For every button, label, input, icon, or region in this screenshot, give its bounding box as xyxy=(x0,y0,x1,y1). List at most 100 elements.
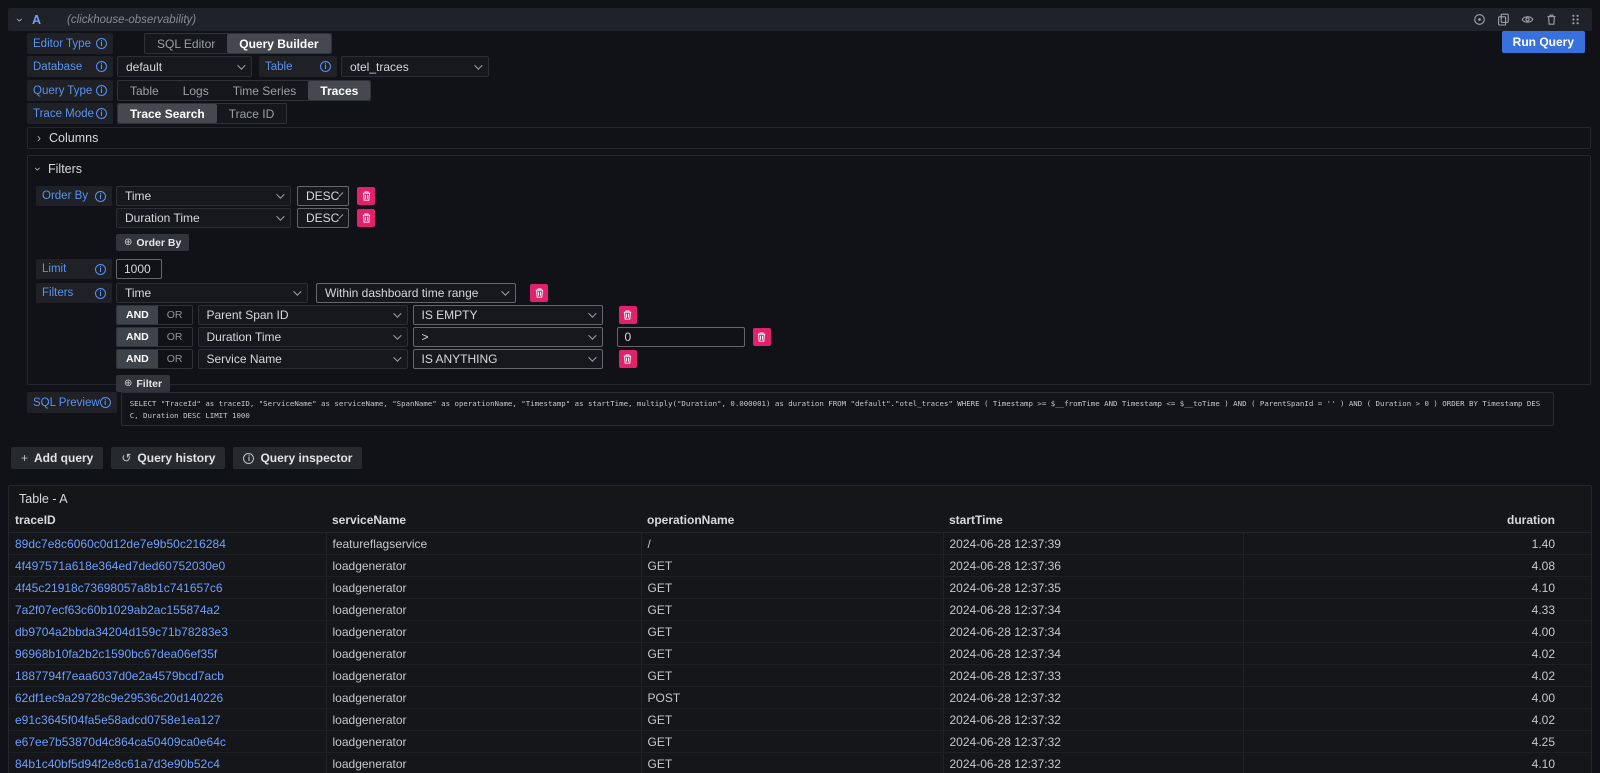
drag-handle-icon[interactable] xyxy=(1569,13,1582,26)
info-icon[interactable]: i xyxy=(95,264,106,275)
table-row: db9704a2bbda34204d159c71b78283e3loadgene… xyxy=(9,621,1591,643)
column-header-servicename[interactable]: serviceName xyxy=(326,510,641,533)
filter-field-select[interactable]: Parent Span ID xyxy=(198,305,408,325)
filters-section: › Filters Order By i Time DESC xyxy=(27,155,1591,385)
query-ref-id: A xyxy=(32,13,41,27)
filter-operator-select[interactable]: > xyxy=(413,327,603,347)
trace-id-link[interactable]: 7a2f07ecf63c60b1029ab2ac155874a2 xyxy=(15,603,220,617)
filter-field-select[interactable]: Time xyxy=(116,283,308,303)
tab-logs[interactable]: Logs xyxy=(171,81,221,100)
query-history-button[interactable]: ↺ Query history xyxy=(111,447,225,469)
order-by-direction-select[interactable]: DESC xyxy=(297,186,349,206)
remove-filter-button[interactable] xyxy=(753,328,771,346)
cell-operationName: POST xyxy=(641,687,943,709)
tab-sql-editor[interactable]: SQL Editor xyxy=(145,34,227,53)
columns-section[interactable]: › Columns xyxy=(27,127,1591,149)
info-icon[interactable]: i xyxy=(96,38,107,49)
trace-id-link[interactable]: 96968b10fa2b2c1590bc67dea06ef35f xyxy=(15,647,217,661)
tab-traces[interactable]: Traces xyxy=(308,81,370,100)
hide-response-icon[interactable] xyxy=(1521,13,1534,26)
cell-traceID: 7a2f07ecf63c60b1029ab2ac155874a2 xyxy=(9,599,326,621)
limit-input[interactable]: 1000 xyxy=(116,259,162,279)
tab-query-builder[interactable]: Query Builder xyxy=(227,34,330,53)
panel-title[interactable]: Table - A xyxy=(9,486,78,510)
table-select[interactable]: otel_traces xyxy=(341,56,489,77)
remove-query-icon[interactable] xyxy=(1545,13,1558,26)
add-order-by-button[interactable]: ⊕ Order By xyxy=(116,234,189,251)
record-icon[interactable] xyxy=(1473,13,1486,26)
remove-filter-button[interactable] xyxy=(619,350,637,368)
cell-startTime: 2024-06-28 12:37:35 xyxy=(943,577,1243,599)
or-option[interactable]: OR xyxy=(158,306,192,324)
cell-operationName: GET xyxy=(641,753,943,773)
order-by-field-select[interactable]: Duration Time xyxy=(116,208,291,228)
filters-section-header[interactable]: › Filters xyxy=(36,162,1582,176)
remove-order-by-button[interactable] xyxy=(357,209,375,227)
add-query-button[interactable]: + Add query xyxy=(11,447,103,469)
cell-operationName: GET xyxy=(641,577,943,599)
filter-value-input[interactable]: 0 xyxy=(617,327,745,347)
trace-id-link[interactable]: 89dc7e8c6060c0d12de7e9b50c216284 xyxy=(15,537,226,551)
trace-id-link[interactable]: 4f45c21918c73698057a8b1c741657c6 xyxy=(15,581,223,595)
remove-filter-button[interactable] xyxy=(530,284,548,302)
trace-id-link[interactable]: 1887794f7eaa6037d0e2a4579bcd7acb xyxy=(15,669,224,683)
and-option[interactable]: AND xyxy=(117,350,158,368)
filter-operator-select[interactable]: IS ANYTHING xyxy=(413,349,603,369)
tab-trace-id[interactable]: Trace ID xyxy=(217,104,287,123)
info-icon[interactable]: i xyxy=(100,397,111,408)
cell-traceID: 96968b10fa2b2c1590bc67dea06ef35f xyxy=(9,643,326,665)
info-icon[interactable]: i xyxy=(96,85,107,96)
column-header-traceid[interactable]: traceID xyxy=(9,510,326,533)
sql-preview-text: SELECT "TraceId" as traceID, "ServiceNam… xyxy=(130,398,1545,422)
info-icon[interactable]: i xyxy=(96,61,107,72)
and-option[interactable]: AND xyxy=(117,306,158,324)
duplicate-query-icon[interactable] xyxy=(1497,13,1510,26)
query-inspector-button[interactable]: i Query inspector xyxy=(233,447,362,469)
info-icon[interactable]: i xyxy=(320,61,331,72)
cell-startTime: 2024-06-28 12:37:32 xyxy=(943,753,1243,773)
column-header-operationname[interactable]: operationName xyxy=(641,510,943,533)
info-icon[interactable]: i xyxy=(96,108,107,119)
add-filter-button[interactable]: ⊕ Filter xyxy=(116,375,170,392)
cell-traceID: 4f497571a618e364ed7ded60752030e0 xyxy=(9,555,326,577)
info-icon[interactable]: i xyxy=(95,191,106,202)
filter-operator-select[interactable]: IS EMPTY xyxy=(413,305,603,325)
trace-id-link[interactable]: 4f497571a618e364ed7ded60752030e0 xyxy=(15,559,225,573)
cell-duration: 4.25 xyxy=(1243,731,1591,753)
chevron-down-icon xyxy=(393,309,401,317)
trace-id-link[interactable]: 62df1ec9a29728c9e29536c20d140226 xyxy=(15,691,223,705)
table-row: e91c3645f04fa5e58adcd0758e1ea127loadgene… xyxy=(9,709,1591,731)
filter-field-select[interactable]: Duration Time xyxy=(198,327,408,347)
column-header-duration[interactable]: duration xyxy=(1243,510,1591,533)
chevron-down-icon[interactable]: › xyxy=(14,18,26,22)
tab-table[interactable]: Table xyxy=(118,81,171,100)
filter-row-time: Time Within dashboard time range xyxy=(116,283,771,303)
footer-actions: + Add query ↺ Query history i Query insp… xyxy=(11,447,362,469)
query-type-toggle: Table Logs Time Series Traces xyxy=(117,80,371,101)
cell-operationName: GET xyxy=(641,709,943,731)
remove-order-by-button[interactable] xyxy=(357,187,375,205)
database-row: Database i default Table i otel_traces xyxy=(27,56,1591,77)
filter-row: AND OR Service Name IS ANYTHING xyxy=(116,349,771,369)
cell-traceID: 4f45c21918c73698057a8b1c741657c6 xyxy=(9,577,326,599)
and-option[interactable]: AND xyxy=(117,328,158,346)
query-row-header[interactable]: › A (clickhouse-observability) xyxy=(8,8,1592,31)
trace-id-link[interactable]: e91c3645f04fa5e58adcd0758e1ea127 xyxy=(15,713,221,727)
column-header-starttime[interactable]: startTime xyxy=(943,510,1243,533)
database-select[interactable]: default xyxy=(117,56,252,77)
filter-operator-select[interactable]: Within dashboard time range xyxy=(316,283,516,303)
tab-trace-search[interactable]: Trace Search xyxy=(118,104,217,123)
or-option[interactable]: OR xyxy=(158,328,192,346)
trace-id-link[interactable]: db9704a2bbda34204d159c71b78283e3 xyxy=(15,625,228,639)
filter-field-select[interactable]: Service Name xyxy=(198,349,408,369)
tab-time-series[interactable]: Time Series xyxy=(221,81,309,100)
cell-serviceName: loadgenerator xyxy=(326,665,641,687)
order-by-field-select[interactable]: Time xyxy=(116,186,291,206)
trace-id-link[interactable]: e67ee7b53870d4c864ca50409ca0e64c xyxy=(15,735,226,749)
or-option[interactable]: OR xyxy=(158,350,192,368)
order-by-direction-select[interactable]: DESC xyxy=(297,208,349,228)
info-icon[interactable]: i xyxy=(95,288,106,299)
remove-filter-button[interactable] xyxy=(619,306,637,324)
chevron-down-icon xyxy=(588,331,596,339)
trace-id-link[interactable]: 84b1c40bf5d94f2e8c61a7d3e90b52c4 xyxy=(15,757,220,771)
